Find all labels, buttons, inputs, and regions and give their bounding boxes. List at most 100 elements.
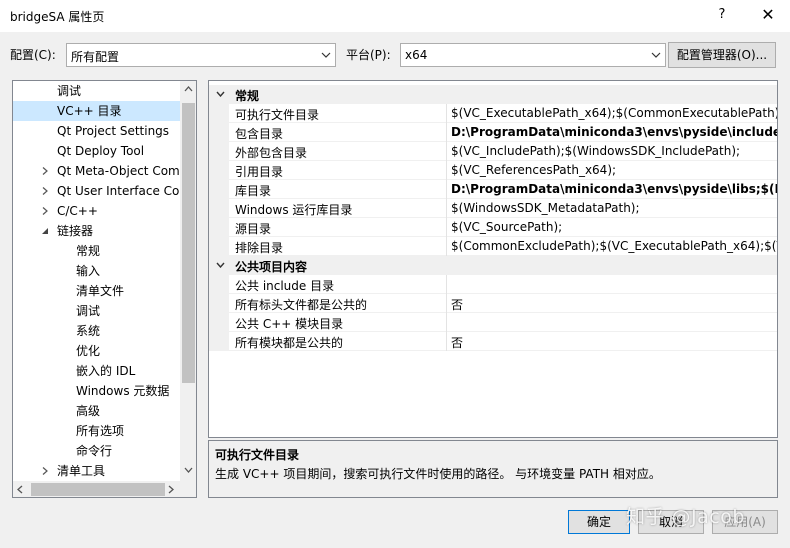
grid-property-value: 否 [451, 298, 464, 312]
collapsed-caret-icon[interactable] [41, 187, 49, 195]
config-value: 所有配置 [71, 50, 120, 64]
grid-property-row[interactable]: 所有模块都是公共的 否 [209, 332, 777, 351]
tree-vertical-scrollbar[interactable] [180, 81, 196, 481]
config-dropdown[interactable]: 所有配置 [66, 43, 336, 67]
tree-item[interactable]: C/C++ [13, 201, 180, 221]
collapsed-caret-icon[interactable] [41, 207, 49, 215]
grid-property-value-cell[interactable]: $(CommonExcludePath);$(VC_ExecutablePath… [446, 237, 777, 256]
grid-property-value: $(VC_ExecutablePath_x64);$(CommonExecuta… [451, 106, 778, 120]
grid-property-value-cell[interactable] [446, 313, 777, 332]
tree-item[interactable]: 嵌入的 IDL [13, 361, 180, 381]
platform-dropdown[interactable]: x64 [400, 43, 666, 67]
grid-property-name: 库目录 [235, 184, 272, 198]
tree-item[interactable]: 所有选项 [13, 421, 180, 441]
grid-property-row[interactable]: 公共 C++ 模块目录 [209, 313, 777, 332]
grid-property-row[interactable]: 源目录 $(VC_SourcePath); [209, 218, 777, 237]
chevron-down-icon[interactable] [216, 91, 225, 97]
config-manager-button[interactable]: 配置管理器(O)... [668, 42, 776, 68]
tree-horizontal-scrollbar[interactable] [13, 481, 180, 497]
grid-category-row[interactable]: 常规 [209, 85, 777, 104]
grid-category-row[interactable]: 公共项目内容 [209, 256, 777, 275]
grid-property-value-cell[interactable]: $(VC_ReferencesPath_x64); [446, 161, 777, 180]
collapsed-caret-icon[interactable] [41, 467, 49, 475]
tree-item[interactable]: Qt User Interface Compiler [13, 181, 180, 201]
collapsed-caret-icon[interactable] [41, 167, 49, 175]
grid-category-label: 公共项目内容 [235, 260, 308, 274]
watermark: 知乎 @Jacob [626, 506, 745, 528]
grid-property-value: $(CommonExcludePath);$(VC_ExecutablePath… [451, 239, 777, 253]
scrollbar-thumb[interactable] [31, 483, 165, 496]
tree-item[interactable]: Qt Meta-Object Compiler [13, 161, 180, 181]
grid-property-row[interactable]: 引用目录 $(VC_ReferencesPath_x64); [209, 161, 777, 180]
grid-row-gutter [209, 313, 229, 332]
window-title: bridgeSA 属性页 [10, 10, 105, 24]
chevron-down-icon [317, 44, 335, 66]
grid-property-row[interactable]: 可执行文件目录 $(VC_ExecutablePath_x64);$(Common… [209, 104, 778, 123]
help-icon[interactable]: ? [712, 4, 732, 26]
grid-row-gutter [209, 123, 229, 142]
grid-row-gutter [209, 142, 229, 161]
grid-property-value-cell[interactable]: $(VC_ExecutablePath_x64);$(CommonExecuta… [446, 104, 778, 123]
grid-property-value-cell[interactable]: 否 [446, 332, 777, 351]
grid-property-value-cell[interactable]: $(VC_SourcePath); [446, 218, 777, 237]
chevron-down-icon[interactable] [216, 262, 225, 268]
grid-property-row[interactable]: 排除目录 $(CommonExcludePath);$(VC_Executable… [209, 237, 777, 256]
grid-property-value-cell[interactable]: $(VC_IncludePath);$(WindowsSDK_IncludePa… [446, 142, 777, 161]
tree-item[interactable]: VC++ 目录 [13, 101, 180, 121]
grid-row-gutter [209, 237, 229, 256]
grid-property-name: Windows 运行库目录 [235, 203, 353, 217]
grid-property-row[interactable]: 库目录 D:\ProgramData\miniconda3\envs\pyside… [209, 180, 777, 199]
tree-item[interactable]: 高级 [13, 401, 180, 421]
grid-property-name: 可执行文件目录 [235, 108, 320, 122]
ok-button[interactable]: 确定 [568, 510, 630, 534]
tree-item[interactable]: 清单文件 [13, 281, 180, 301]
grid-category-label: 常规 [235, 89, 260, 103]
tree-item-label: VC++ 目录 [57, 104, 122, 118]
tree-item[interactable]: 常规 [13, 241, 180, 261]
chevron-down-icon [647, 44, 665, 66]
tree-item[interactable]: 输入 [13, 261, 180, 281]
grid-property-value-cell[interactable]: $(WindowsSDK_MetadataPath); [446, 199, 777, 218]
tree-item-label: 常规 [76, 244, 101, 258]
tree-item-label: 所有选项 [76, 424, 125, 438]
close-icon[interactable]: ✕ [750, 2, 786, 28]
tree-item[interactable]: Qt Deploy Tool [13, 141, 180, 161]
property-tree: 调试 VC++ 目录 Qt Project Settings Qt Deploy To… [12, 80, 197, 498]
grid-property-value: 否 [451, 336, 464, 350]
tree-item-label: C/C++ [57, 204, 98, 218]
grid-property-value-cell[interactable]: D:\ProgramData\miniconda3\envs\pyside\in… [446, 123, 777, 142]
tree-item[interactable]: 系统 [13, 321, 180, 341]
tree-item[interactable]: Qt Project Settings [13, 121, 180, 141]
grid-property-row[interactable]: 包含目录 D:\ProgramData\miniconda3\envs\pysid… [209, 123, 777, 142]
grid-property-row[interactable]: 公共 include 目录 [209, 275, 777, 294]
tree-item-label: 输入 [76, 264, 101, 278]
grid-row-gutter [209, 104, 229, 123]
grid-row-gutter [209, 275, 229, 294]
grid-property-value: $(VC_SourcePath); [451, 220, 563, 234]
tree-item[interactable]: 清单工具 [13, 461, 180, 481]
tree-item-label: 清单文件 [76, 284, 125, 298]
expanded-caret-icon[interactable] [41, 227, 49, 235]
grid-property-row[interactable]: 外部包含目录 $(VC_IncludePath);$(WindowsSDK_Inc… [209, 142, 777, 161]
tree-item[interactable]: 调试 [13, 301, 180, 321]
grid-property-value-cell[interactable]: D:\ProgramData\miniconda3\envs\pyside\li… [446, 180, 777, 199]
grid-property-row[interactable]: Windows 运行库目录 $(WindowsSDK_MetadataPath); [209, 199, 777, 218]
grid-property-row[interactable]: 所有标头文件都是公共的 否 [209, 294, 777, 313]
grid-row-gutter [209, 294, 229, 313]
tree-item[interactable]: 链接器 [13, 221, 180, 241]
tree-item-label: 链接器 [57, 224, 94, 238]
tree-item-label: Qt Meta-Object Compiler [57, 164, 180, 178]
grid-property-value-cell[interactable]: 否 [446, 294, 777, 313]
tree-item-label: 嵌入的 IDL [76, 364, 136, 378]
tree-item-label: 高级 [76, 404, 101, 418]
tree-item[interactable]: 命令行 [13, 441, 180, 461]
grid-row-gutter [209, 332, 229, 351]
tree-item-label: 调试 [57, 84, 82, 98]
tree-item-label: 调试 [76, 304, 101, 318]
tree-item-label: 系统 [76, 324, 101, 338]
scrollbar-thumb[interactable] [182, 103, 195, 383]
tree-item[interactable]: Windows 元数据 [13, 381, 180, 401]
tree-item[interactable]: 优化 [13, 341, 180, 361]
tree-item[interactable]: 调试 [13, 81, 180, 101]
grid-property-value-cell[interactable] [446, 275, 777, 294]
